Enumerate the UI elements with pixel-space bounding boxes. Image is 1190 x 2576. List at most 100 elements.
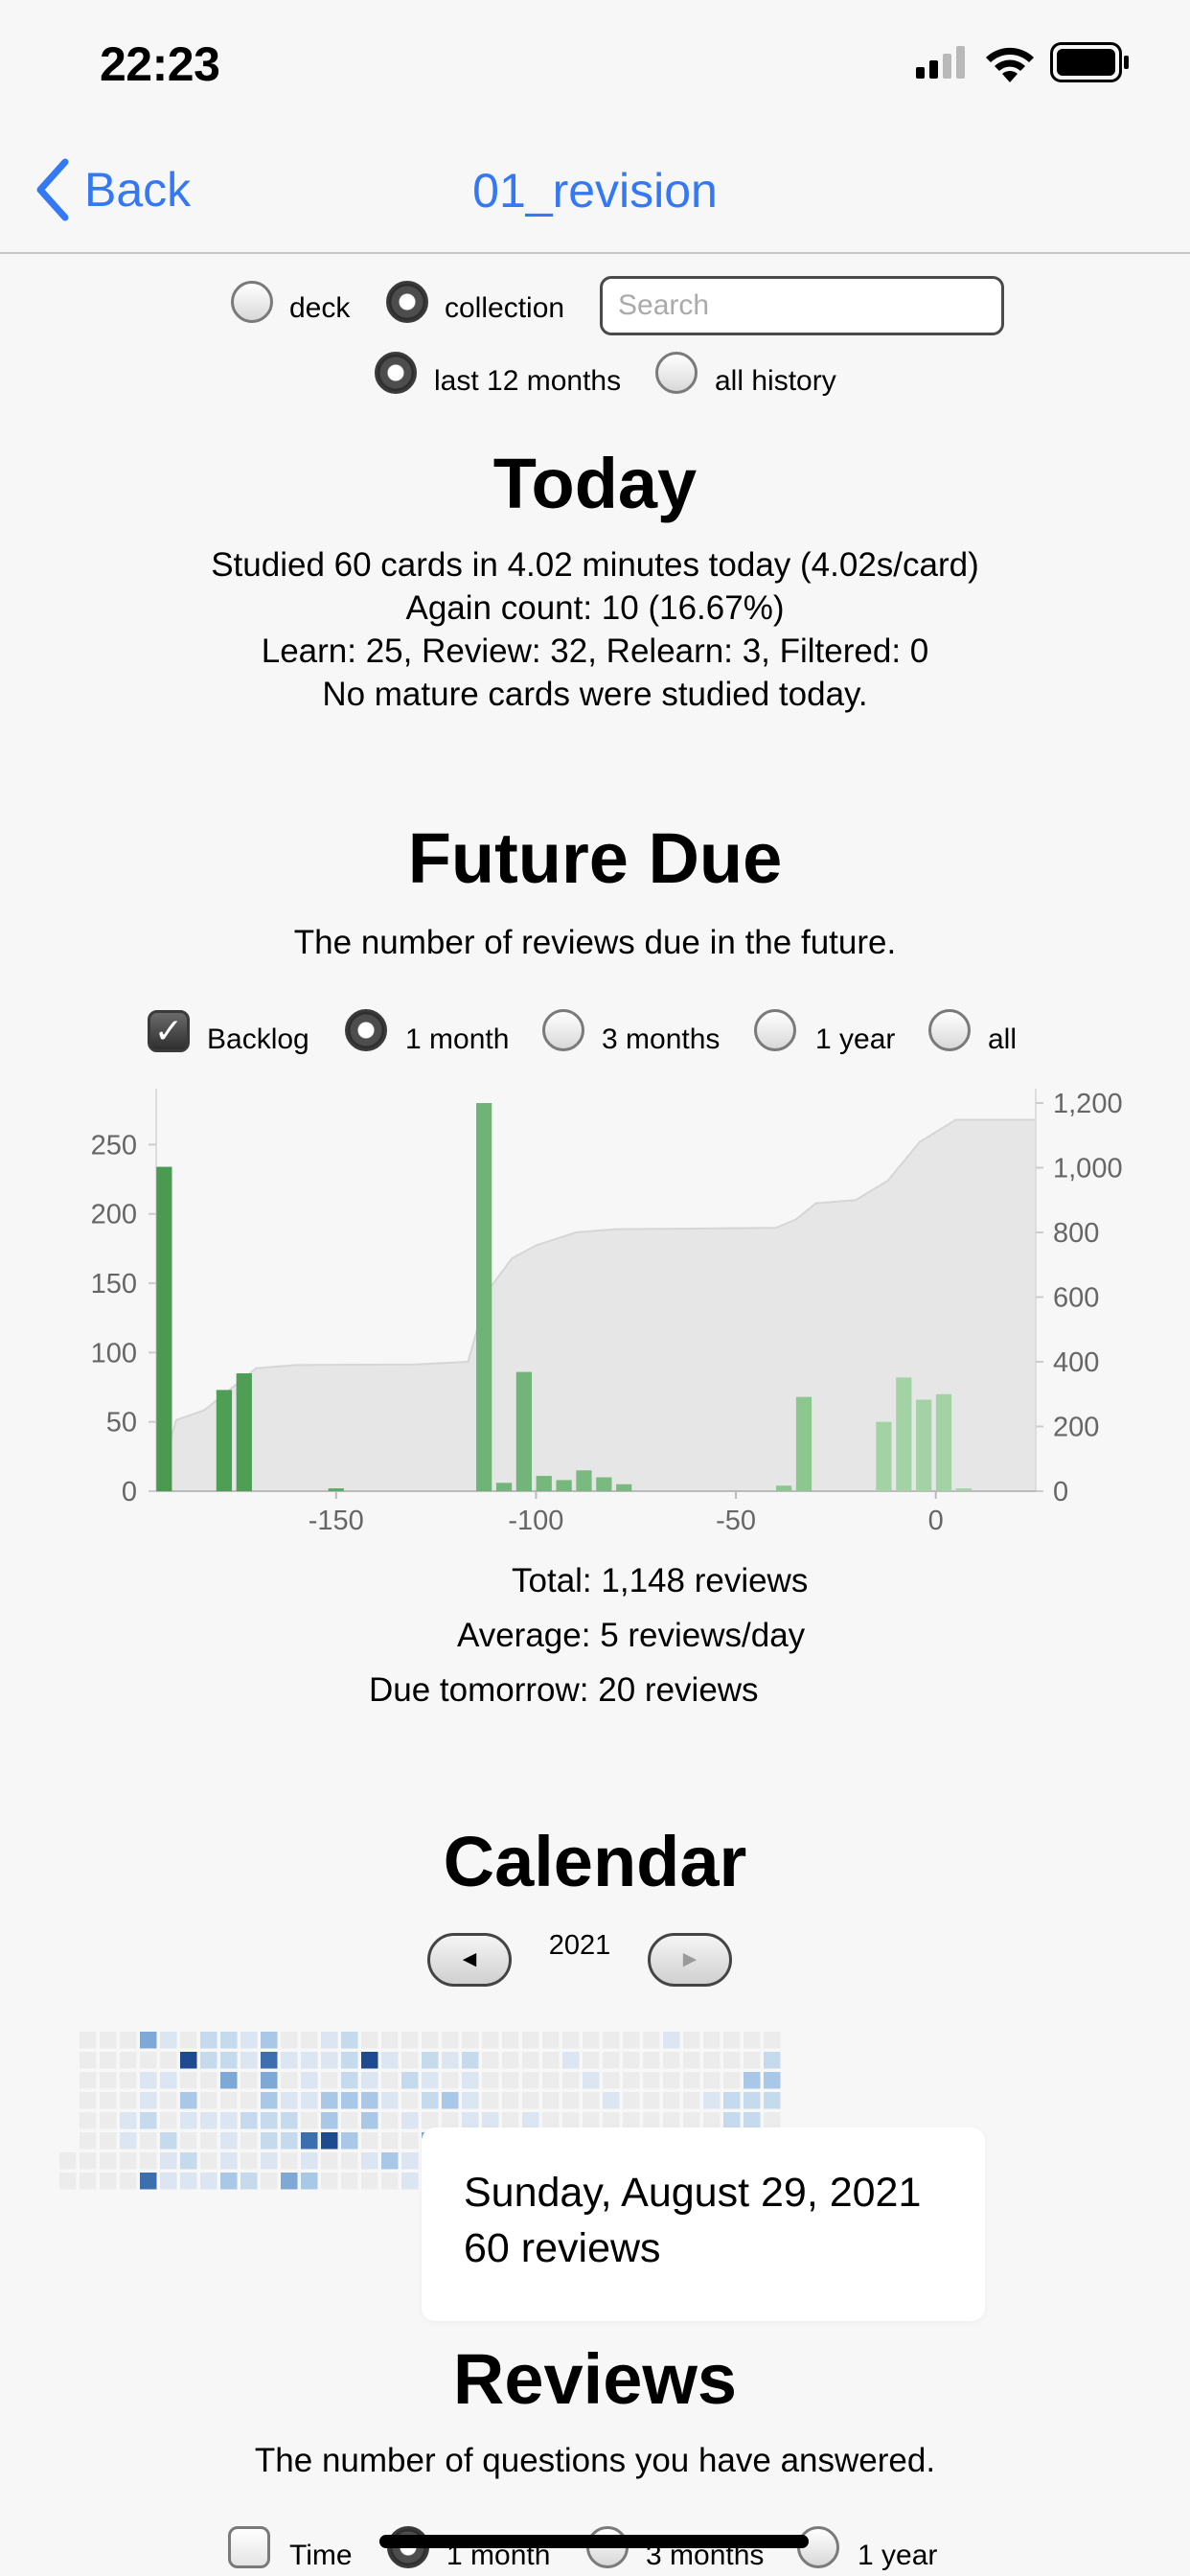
all-radio[interactable]	[928, 1009, 971, 1051]
calendar-day-cell[interactable]	[663, 2052, 680, 2069]
calendar-day-cell[interactable]	[502, 2032, 519, 2049]
calendar-day-cell[interactable]	[301, 2032, 318, 2049]
calendar-day-cell[interactable]	[220, 2152, 238, 2170]
calendar-day-cell[interactable]	[703, 2032, 721, 2049]
calendar-day-cell[interactable]	[341, 2152, 358, 2170]
calendar-day-cell[interactable]	[160, 2072, 177, 2089]
calendar-day-cell[interactable]	[744, 2092, 761, 2109]
calendar-day-cell[interactable]	[220, 2132, 238, 2150]
calendar-day-cell[interactable]	[744, 2072, 761, 2089]
calendar-day-cell[interactable]	[240, 2132, 258, 2150]
calendar-day-cell[interactable]	[401, 2032, 419, 2049]
calendar-day-cell[interactable]	[180, 2032, 197, 2049]
calendar-day-cell[interactable]	[442, 2032, 459, 2049]
previous-year-button[interactable]: ◄	[427, 1933, 512, 1987]
calendar-day-cell[interactable]	[683, 2092, 700, 2109]
last-12-months-radio[interactable]	[375, 352, 417, 394]
calendar-day-cell[interactable]	[240, 2052, 258, 2069]
calendar-day-cell[interactable]	[401, 2052, 419, 2069]
calendar-day-cell[interactable]	[442, 2052, 459, 2069]
calendar-day-cell[interactable]	[723, 2092, 741, 2109]
calendar-day-cell[interactable]	[80, 2132, 97, 2150]
calendar-day-cell[interactable]	[603, 2092, 620, 2109]
1-year-radio[interactable]	[754, 1009, 796, 1051]
calendar-day-cell[interactable]	[281, 2152, 298, 2170]
calendar-day-cell[interactable]	[120, 2112, 137, 2129]
calendar-day-cell[interactable]	[341, 2052, 358, 2069]
calendar-day-cell[interactable]	[361, 2052, 378, 2069]
calendar-day-cell[interactable]	[522, 2052, 539, 2069]
calendar-day-cell[interactable]	[301, 2092, 318, 2109]
calendar-day-cell[interactable]	[542, 2072, 560, 2089]
calendar-day-cell[interactable]	[764, 2072, 781, 2089]
calendar-day-cell[interactable]	[361, 2152, 378, 2170]
calendar-day-cell[interactable]	[703, 2072, 721, 2089]
calendar-day-cell[interactable]	[100, 2052, 117, 2069]
calendar-day-cell[interactable]	[623, 2092, 640, 2109]
calendar-day-cell[interactable]	[683, 2112, 700, 2129]
deck-radio[interactable]	[231, 281, 273, 323]
calendar-day-cell[interactable]	[200, 2072, 217, 2089]
calendar-day-cell[interactable]	[200, 2173, 217, 2190]
calendar-day-cell[interactable]	[301, 2052, 318, 2069]
calendar-day-cell[interactable]	[603, 2052, 620, 2069]
calendar-day-cell[interactable]	[442, 2112, 459, 2129]
calendar-day-cell[interactable]	[160, 2152, 177, 2170]
search-input[interactable]	[600, 276, 1004, 335]
calendar-day-cell[interactable]	[341, 2112, 358, 2129]
calendar-day-cell[interactable]	[80, 2152, 97, 2170]
calendar-day-cell[interactable]	[180, 2052, 197, 2069]
calendar-day-cell[interactable]	[482, 2112, 499, 2129]
calendar-day-cell[interactable]	[160, 2092, 177, 2109]
calendar-day-cell[interactable]	[422, 2052, 439, 2069]
calendar-day-cell[interactable]	[683, 2032, 700, 2049]
calendar-day-cell[interactable]	[281, 2132, 298, 2150]
calendar-day-cell[interactable]	[723, 2052, 741, 2069]
calendar-day-cell[interactable]	[261, 2112, 278, 2129]
calendar-day-cell[interactable]	[200, 2092, 217, 2109]
calendar-day-cell[interactable]	[723, 2112, 741, 2129]
calendar-day-cell[interactable]	[140, 2052, 157, 2069]
calendar-day-cell[interactable]	[583, 2112, 600, 2129]
calendar-day-cell[interactable]	[502, 2052, 519, 2069]
calendar-day-cell[interactable]	[462, 2072, 479, 2089]
calendar-day-cell[interactable]	[321, 2152, 338, 2170]
calendar-day-cell[interactable]	[744, 2112, 761, 2129]
calendar-day-cell[interactable]	[341, 2173, 358, 2190]
calendar-day-cell[interactable]	[200, 2152, 217, 2170]
calendar-day-cell[interactable]	[120, 2072, 137, 2089]
calendar-day-cell[interactable]	[562, 2052, 580, 2069]
calendar-day-cell[interactable]	[80, 2032, 97, 2049]
1-month-radio[interactable]	[345, 1009, 387, 1051]
calendar-day-cell[interactable]	[603, 2112, 620, 2129]
calendar-day-cell[interactable]	[482, 2052, 499, 2069]
calendar-day-cell[interactable]	[764, 2052, 781, 2069]
calendar-day-cell[interactable]	[401, 2173, 419, 2190]
calendar-day-cell[interactable]	[301, 2112, 318, 2129]
calendar-day-cell[interactable]	[482, 2032, 499, 2049]
calendar-day-cell[interactable]	[220, 2032, 238, 2049]
calendar-day-cell[interactable]	[422, 2032, 439, 2049]
calendar-day-cell[interactable]	[482, 2072, 499, 2089]
calendar-day-cell[interactable]	[663, 2032, 680, 2049]
calendar-day-cell[interactable]	[301, 2173, 318, 2190]
calendar-day-cell[interactable]	[562, 2032, 580, 2049]
calendar-day-cell[interactable]	[80, 2092, 97, 2109]
calendar-day-cell[interactable]	[321, 2173, 338, 2190]
calendar-day-cell[interactable]	[422, 2072, 439, 2089]
calendar-day-cell[interactable]	[180, 2072, 197, 2089]
calendar-day-cell[interactable]	[562, 2092, 580, 2109]
calendar-day-cell[interactable]	[562, 2072, 580, 2089]
calendar-day-cell[interactable]	[663, 2072, 680, 2089]
calendar-day-cell[interactable]	[401, 2092, 419, 2109]
calendar-day-cell[interactable]	[381, 2132, 399, 2150]
calendar-day-cell[interactable]	[381, 2092, 399, 2109]
calendar-day-cell[interactable]	[542, 2092, 560, 2109]
calendar-day-cell[interactable]	[643, 2092, 660, 2109]
calendar-day-cell[interactable]	[80, 2173, 97, 2190]
calendar-day-cell[interactable]	[100, 2173, 117, 2190]
calendar-day-cell[interactable]	[341, 2092, 358, 2109]
calendar-day-cell[interactable]	[140, 2092, 157, 2109]
calendar-day-cell[interactable]	[59, 2152, 77, 2170]
calendar-day-cell[interactable]	[120, 2092, 137, 2109]
